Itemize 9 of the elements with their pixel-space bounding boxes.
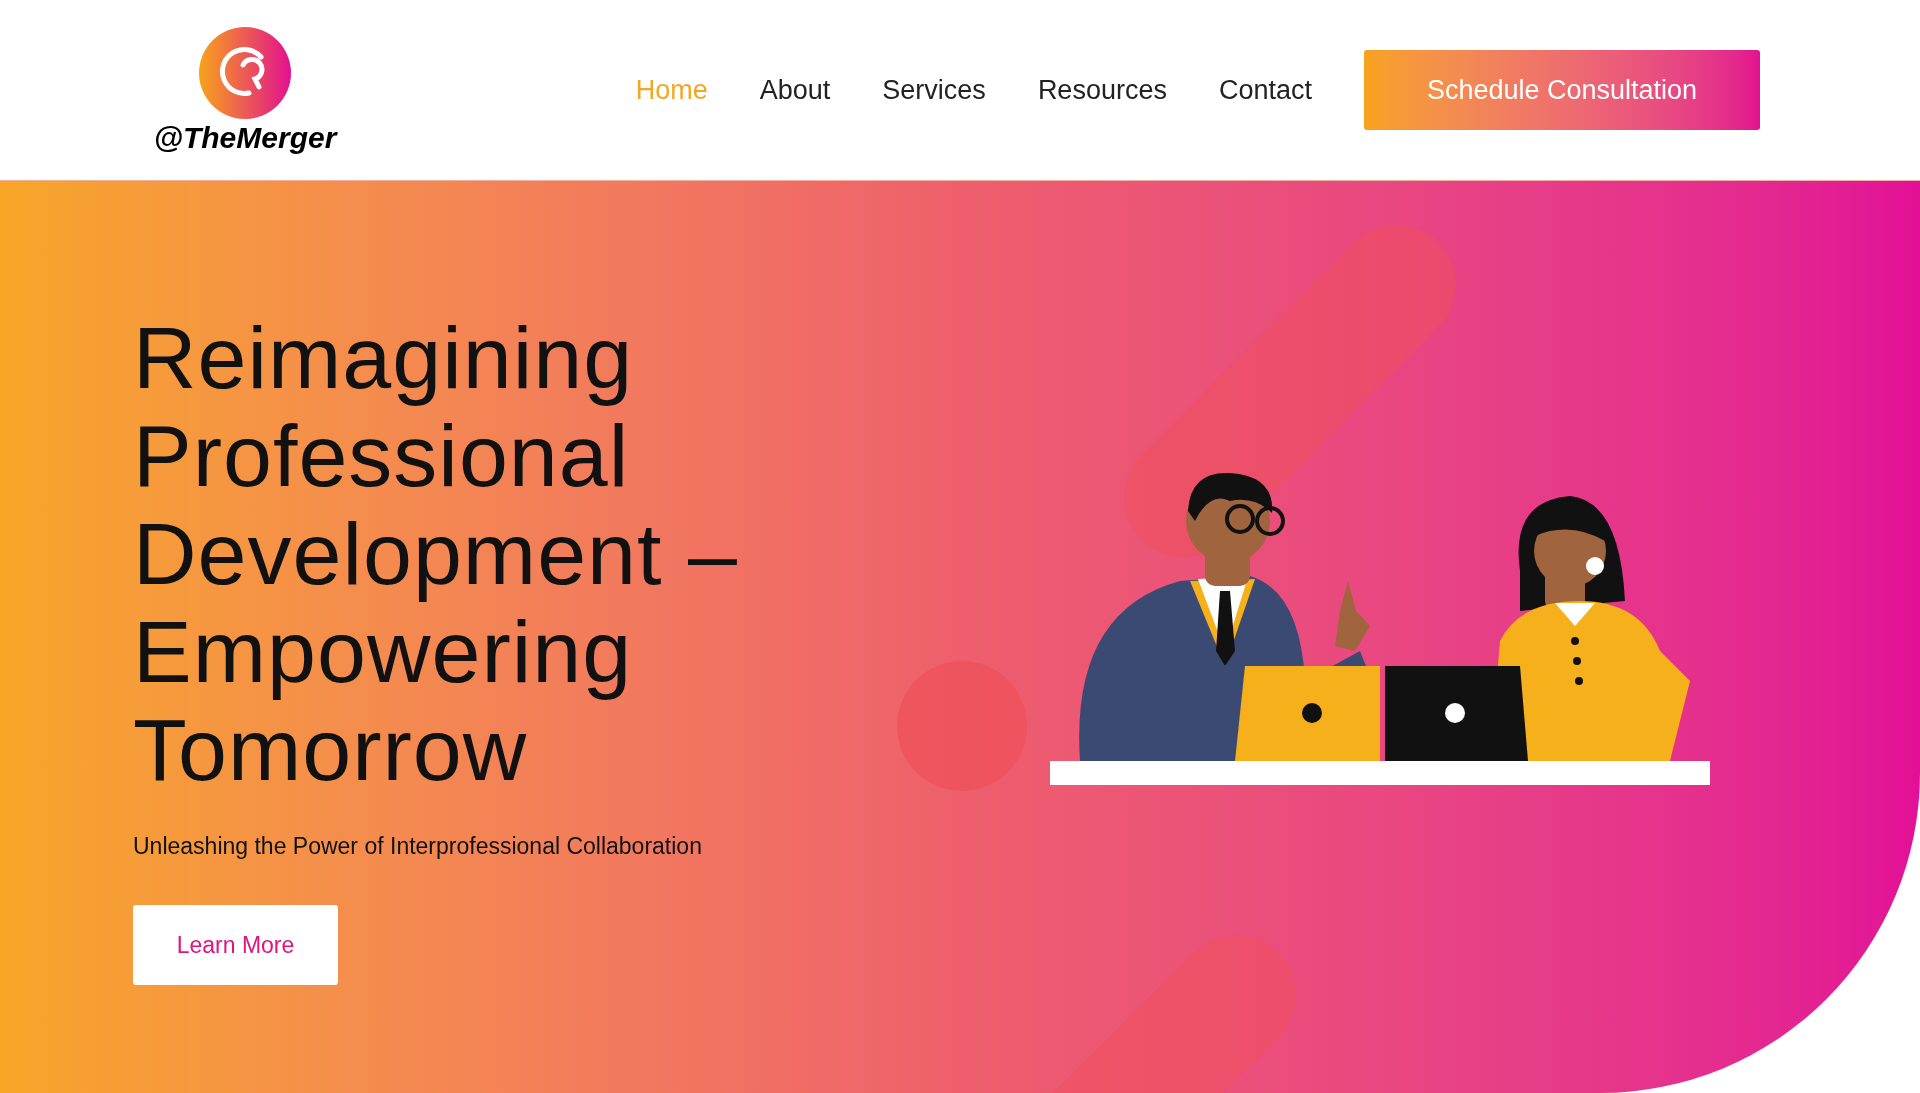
nav-link[interactable]: Contact (1218, 69, 1312, 111)
hero-heading: Reimagining Professional Development – Empowering Tomorrow (133, 308, 738, 799)
logo-icon (199, 27, 291, 119)
logo-text: @TheMerger (153, 123, 337, 153)
nav-link[interactable]: About (759, 69, 831, 111)
nav-link[interactable]: Resources (1037, 69, 1167, 111)
hero-subtitle: Unleashing the Power of Interprofessional Collaboration (133, 831, 703, 861)
learn-more-button[interactable]: Learn More (133, 905, 338, 986)
nav-link[interactable]: Services (882, 69, 986, 111)
